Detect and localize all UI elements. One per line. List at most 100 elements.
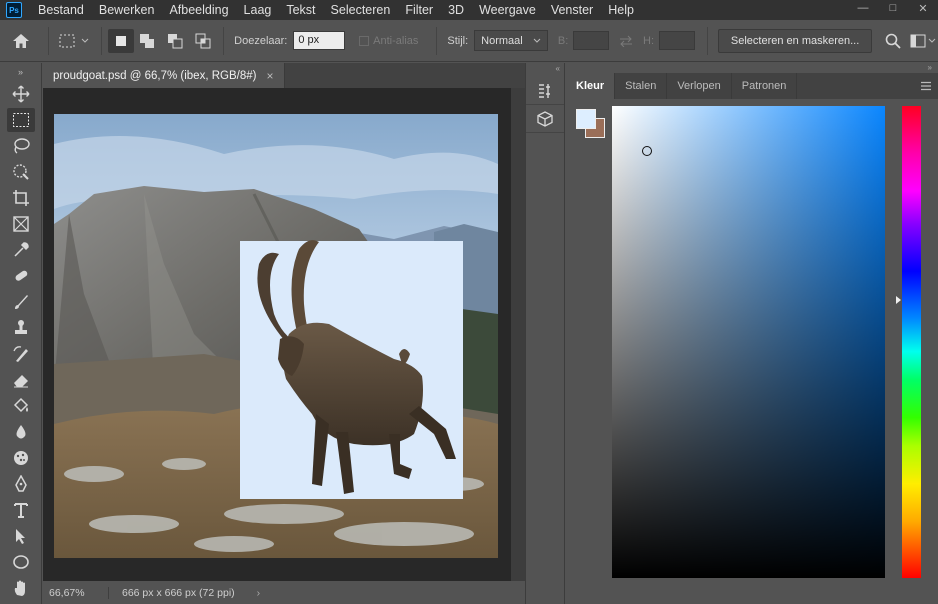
dock-collapse-icon[interactable]: «	[526, 63, 564, 73]
feather-label: Doezelaar:	[234, 34, 288, 47]
status-bar: 66,67% 666 px x 666 px (72 ppi) ›	[43, 581, 525, 604]
tab-verlopen[interactable]: Verlopen	[667, 73, 732, 99]
tab-kleur[interactable]: Kleur	[566, 73, 616, 99]
close-tab-icon[interactable]: ×	[266, 69, 273, 83]
menu-venster[interactable]: Venster	[551, 3, 593, 17]
separator	[100, 26, 102, 55]
eyedropper-tool[interactable]	[0, 237, 42, 263]
collapsed-panel-dock: «	[525, 63, 565, 604]
dodge-tool[interactable]	[0, 445, 42, 471]
style-select[interactable]: Normaal	[474, 30, 548, 51]
height-input[interactable]	[659, 31, 695, 50]
move-icon	[12, 85, 30, 103]
history-brush-tool[interactable]	[0, 341, 42, 367]
add-selection-button[interactable]	[134, 29, 162, 53]
color-panel-tabs: Kleur Stalen Verlopen Patronen	[566, 73, 938, 99]
hue-slider-handle[interactable]	[896, 296, 901, 304]
document-image[interactable]	[54, 114, 498, 558]
menu-tekst[interactable]: Tekst	[286, 3, 315, 17]
type-tool[interactable]	[0, 497, 42, 523]
zoom-level[interactable]: 66,67%	[43, 586, 109, 599]
move-tool[interactable]	[0, 81, 42, 107]
menu-filter[interactable]: Filter	[405, 3, 433, 17]
width-label: B:	[557, 34, 569, 47]
workspace-button[interactable]	[908, 34, 938, 48]
marquee-preset-picker[interactable]	[55, 26, 95, 56]
3d-panel-button[interactable]	[526, 105, 564, 133]
tools-collapse-icon[interactable]: »	[0, 63, 41, 81]
eraser-tool[interactable]	[0, 367, 42, 393]
tab-stalen[interactable]: Stalen	[615, 73, 668, 99]
menu-items: Bestand Bewerken Afbeelding Laag Tekst S…	[38, 3, 649, 17]
eraser-icon	[14, 375, 28, 388]
path-arrow-icon	[16, 529, 25, 544]
ellipse-tool[interactable]	[0, 549, 42, 575]
subtract-selection-button[interactable]	[161, 29, 189, 53]
options-bar: Doezelaar: 0 px Anti-alias Stijl: Normaa…	[0, 20, 938, 62]
brush-icon	[15, 295, 28, 309]
menu-bestand[interactable]: Bestand	[38, 3, 84, 17]
antialias-label: Anti-alias	[373, 34, 419, 47]
intersect-selection-button[interactable]	[189, 29, 217, 53]
document-tab-bar: proudgoat.psd @ 66,7% (ibex, RGB/8#) ×	[43, 63, 525, 88]
minimize-button[interactable]: —	[848, 0, 878, 16]
menu-selecteren[interactable]: Selecteren	[331, 3, 391, 17]
new-selection-button[interactable]	[107, 28, 134, 53]
document-tab-title: proudgoat.psd @ 66,7% (ibex, RGB/8#)	[53, 69, 257, 82]
select-and-mask-button[interactable]: Selecteren en maskeren...	[717, 28, 873, 53]
cube-icon	[537, 110, 553, 127]
panel-collapse-icon[interactable]: »	[566, 63, 938, 73]
menu-laag[interactable]: Laag	[244, 3, 272, 17]
menu-3d[interactable]: 3D	[448, 3, 464, 17]
antialias-checkbox[interactable]	[359, 35, 370, 46]
status-menu-arrow-icon[interactable]: ›	[257, 587, 261, 599]
mountain-landscape-image	[54, 114, 498, 558]
subtract-selection-icon	[168, 33, 183, 48]
hand-tool[interactable]	[0, 575, 42, 601]
eyedropper-icon	[14, 242, 29, 257]
intersect-selection-icon	[195, 33, 211, 48]
foreground-color-swatch[interactable]	[576, 109, 596, 129]
width-input[interactable]	[573, 31, 610, 50]
search-button[interactable]	[878, 33, 908, 49]
clone-stamp-tool[interactable]	[0, 315, 42, 341]
sponge-icon	[14, 451, 28, 465]
path-select-tool[interactable]	[0, 523, 42, 549]
color-picker-marker[interactable]	[642, 146, 652, 156]
feather-input[interactable]: 0 px	[293, 31, 346, 50]
menu-bar: Ps Bestand Bewerken Afbeelding Laag Teks…	[0, 0, 938, 20]
quick-select-tool[interactable]	[0, 159, 42, 185]
crop-tool[interactable]	[0, 185, 42, 211]
properties-panel-button[interactable]	[526, 77, 564, 105]
menu-bewerken[interactable]: Bewerken	[99, 3, 155, 17]
panel-menu-button[interactable]	[920, 80, 932, 94]
menu-help[interactable]: Help	[608, 3, 634, 17]
separator	[47, 26, 49, 55]
tab-patronen[interactable]: Patronen	[732, 73, 798, 99]
marquee-tool[interactable]	[0, 107, 42, 133]
document-tab[interactable]: proudgoat.psd @ 66,7% (ibex, RGB/8#) ×	[43, 63, 285, 88]
swap-dimensions-button[interactable]	[609, 35, 643, 47]
vertical-scrollbar[interactable]	[511, 88, 525, 581]
frame-tool[interactable]	[0, 211, 42, 237]
style-label: Stijl:	[447, 34, 469, 47]
blur-tool[interactable]	[0, 419, 42, 445]
style-select-value: Normaal	[481, 34, 523, 47]
lasso-tool[interactable]	[0, 133, 42, 159]
add-selection-icon	[140, 33, 155, 48]
maximize-button[interactable]: □	[878, 0, 908, 16]
close-window-button[interactable]: ✕	[908, 0, 938, 16]
home-button[interactable]	[0, 20, 42, 62]
separator	[706, 26, 708, 55]
menu-afbeelding[interactable]: Afbeelding	[169, 3, 228, 17]
quick-select-icon	[13, 164, 29, 180]
hue-slider[interactable]	[902, 106, 921, 578]
paint-bucket-tool[interactable]	[0, 393, 42, 419]
brush-tool[interactable]	[0, 289, 42, 315]
healing-brush-icon	[15, 270, 28, 281]
healing-tool[interactable]	[0, 263, 42, 289]
pen-tool[interactable]	[0, 471, 42, 497]
color-field[interactable]	[612, 106, 885, 578]
paint-bucket-icon	[13, 397, 29, 413]
menu-weergave[interactable]: Weergave	[479, 3, 536, 17]
